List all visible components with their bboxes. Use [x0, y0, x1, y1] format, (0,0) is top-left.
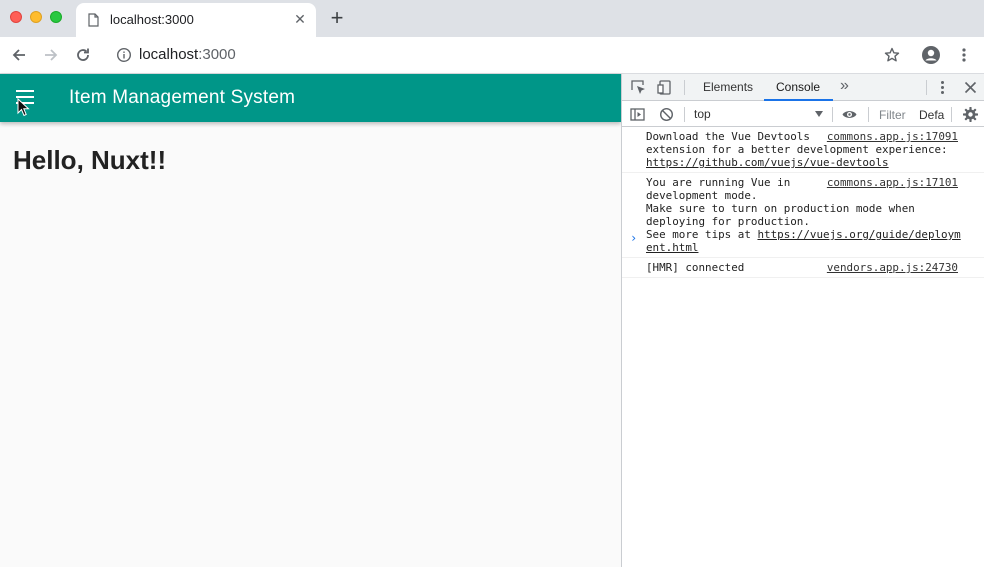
- hamburger-icon: [16, 90, 34, 92]
- close-devtools-icon[interactable]: [962, 79, 979, 96]
- toolbar-divider: [951, 107, 952, 122]
- message-link-continuation[interactable]: ent.html: [646, 241, 698, 254]
- star-icon: [884, 47, 900, 62]
- message-text: extension for a better development exper…: [646, 143, 948, 156]
- browser-menu-button[interactable]: [953, 44, 975, 66]
- console-settings-gear-icon[interactable]: [962, 106, 979, 123]
- window-close-button[interactable]: [10, 11, 22, 23]
- tab-title: localhost:3000: [110, 12, 194, 27]
- browser-tab-strip: localhost:3000 ✕ +: [0, 0, 984, 37]
- kebab-menu-icon: [962, 48, 966, 62]
- back-arrow-icon: [12, 49, 25, 61]
- tab-close-icon[interactable]: ✕: [292, 11, 308, 27]
- console-output: commons.app.js:17091 Download the Vue De…: [622, 127, 984, 278]
- message-source-link[interactable]: commons.app.js:17091: [827, 130, 958, 143]
- message-link[interactable]: https://vuejs.org/guide/deploym: [757, 228, 960, 241]
- toolbar-divider: [684, 80, 685, 95]
- tab-console[interactable]: Console: [776, 80, 820, 94]
- devtools-menu-icon[interactable]: [934, 79, 951, 96]
- app-toolbar: Item Management System: [0, 74, 621, 122]
- tab-elements[interactable]: Elements: [703, 80, 753, 94]
- address-bar[interactable]: localhost:3000: [139, 46, 236, 63]
- message-text: deploying for production.: [646, 215, 810, 228]
- live-expression-eye-icon[interactable]: [841, 106, 858, 123]
- console-message: commons.app.js:17091 Download the Vue De…: [622, 127, 984, 173]
- browser-toolbar: localhost:3000: [0, 37, 984, 74]
- account-icon: [922, 46, 940, 64]
- message-link[interactable]: https://github.com/vuejs/vue-devtools: [646, 156, 889, 169]
- clear-console-icon[interactable]: [658, 106, 675, 123]
- window-minimize-button[interactable]: [30, 11, 42, 23]
- profile-button[interactable]: [920, 44, 942, 66]
- app-title: Item Management System: [69, 87, 296, 108]
- reload-button[interactable]: [72, 44, 94, 66]
- url-port: :3000: [198, 46, 236, 63]
- message-text: development mode.: [646, 189, 758, 202]
- forward-button[interactable]: [40, 44, 62, 66]
- message-text: See more tips at: [646, 228, 758, 241]
- context-dropdown-icon[interactable]: [815, 111, 823, 117]
- page-icon: [88, 13, 99, 27]
- console-toolbar: top Filter Defa: [622, 101, 984, 127]
- window-maximize-button[interactable]: [50, 11, 62, 23]
- mouse-cursor-icon: [17, 98, 30, 117]
- console-prompt-input[interactable]: ›: [630, 231, 637, 245]
- device-toolbar-icon[interactable]: [657, 79, 674, 96]
- toolbar-divider: [832, 107, 833, 122]
- toolbar-divider: [868, 107, 869, 122]
- console-filter-input[interactable]: Filter: [879, 108, 906, 122]
- context-selector[interactable]: top: [694, 107, 824, 122]
- toolbar-divider: [926, 80, 927, 95]
- message-source-link[interactable]: vendors.app.js:24730: [827, 261, 958, 274]
- page-viewport: Item Management System Hello, Nuxt!!: [0, 74, 621, 567]
- new-tab-button[interactable]: +: [327, 7, 347, 29]
- back-button[interactable]: [8, 44, 30, 66]
- inspect-element-icon[interactable]: [630, 79, 647, 96]
- bookmark-button[interactable]: [881, 44, 903, 66]
- toolbar-divider: [684, 107, 685, 122]
- more-tabs-button[interactable]: »: [840, 77, 849, 95]
- forward-arrow-icon: [45, 49, 58, 61]
- site-info-icon[interactable]: [116, 47, 132, 63]
- log-levels-dropdown[interactable]: Defa: [919, 108, 944, 122]
- browser-tab[interactable]: localhost:3000 ✕: [76, 3, 316, 37]
- reload-icon: [77, 48, 89, 61]
- console-message: commons.app.js:17101 You are running Vue…: [622, 173, 984, 258]
- url-host: localhost: [139, 46, 199, 63]
- page-heading: Hello, Nuxt!!: [13, 145, 167, 175]
- message-source-link[interactable]: commons.app.js:17101: [827, 176, 958, 189]
- message-text: Make sure to turn on production mode whe…: [646, 202, 915, 215]
- devtools-tab-bar: Elements Console »: [622, 74, 984, 101]
- sidebar-toggle-icon[interactable]: [629, 106, 646, 123]
- console-message: vendors.app.js:24730 [HMR] connected: [622, 258, 984, 278]
- devtools-panel: Elements Console » top Filter Defa commo…: [621, 74, 984, 567]
